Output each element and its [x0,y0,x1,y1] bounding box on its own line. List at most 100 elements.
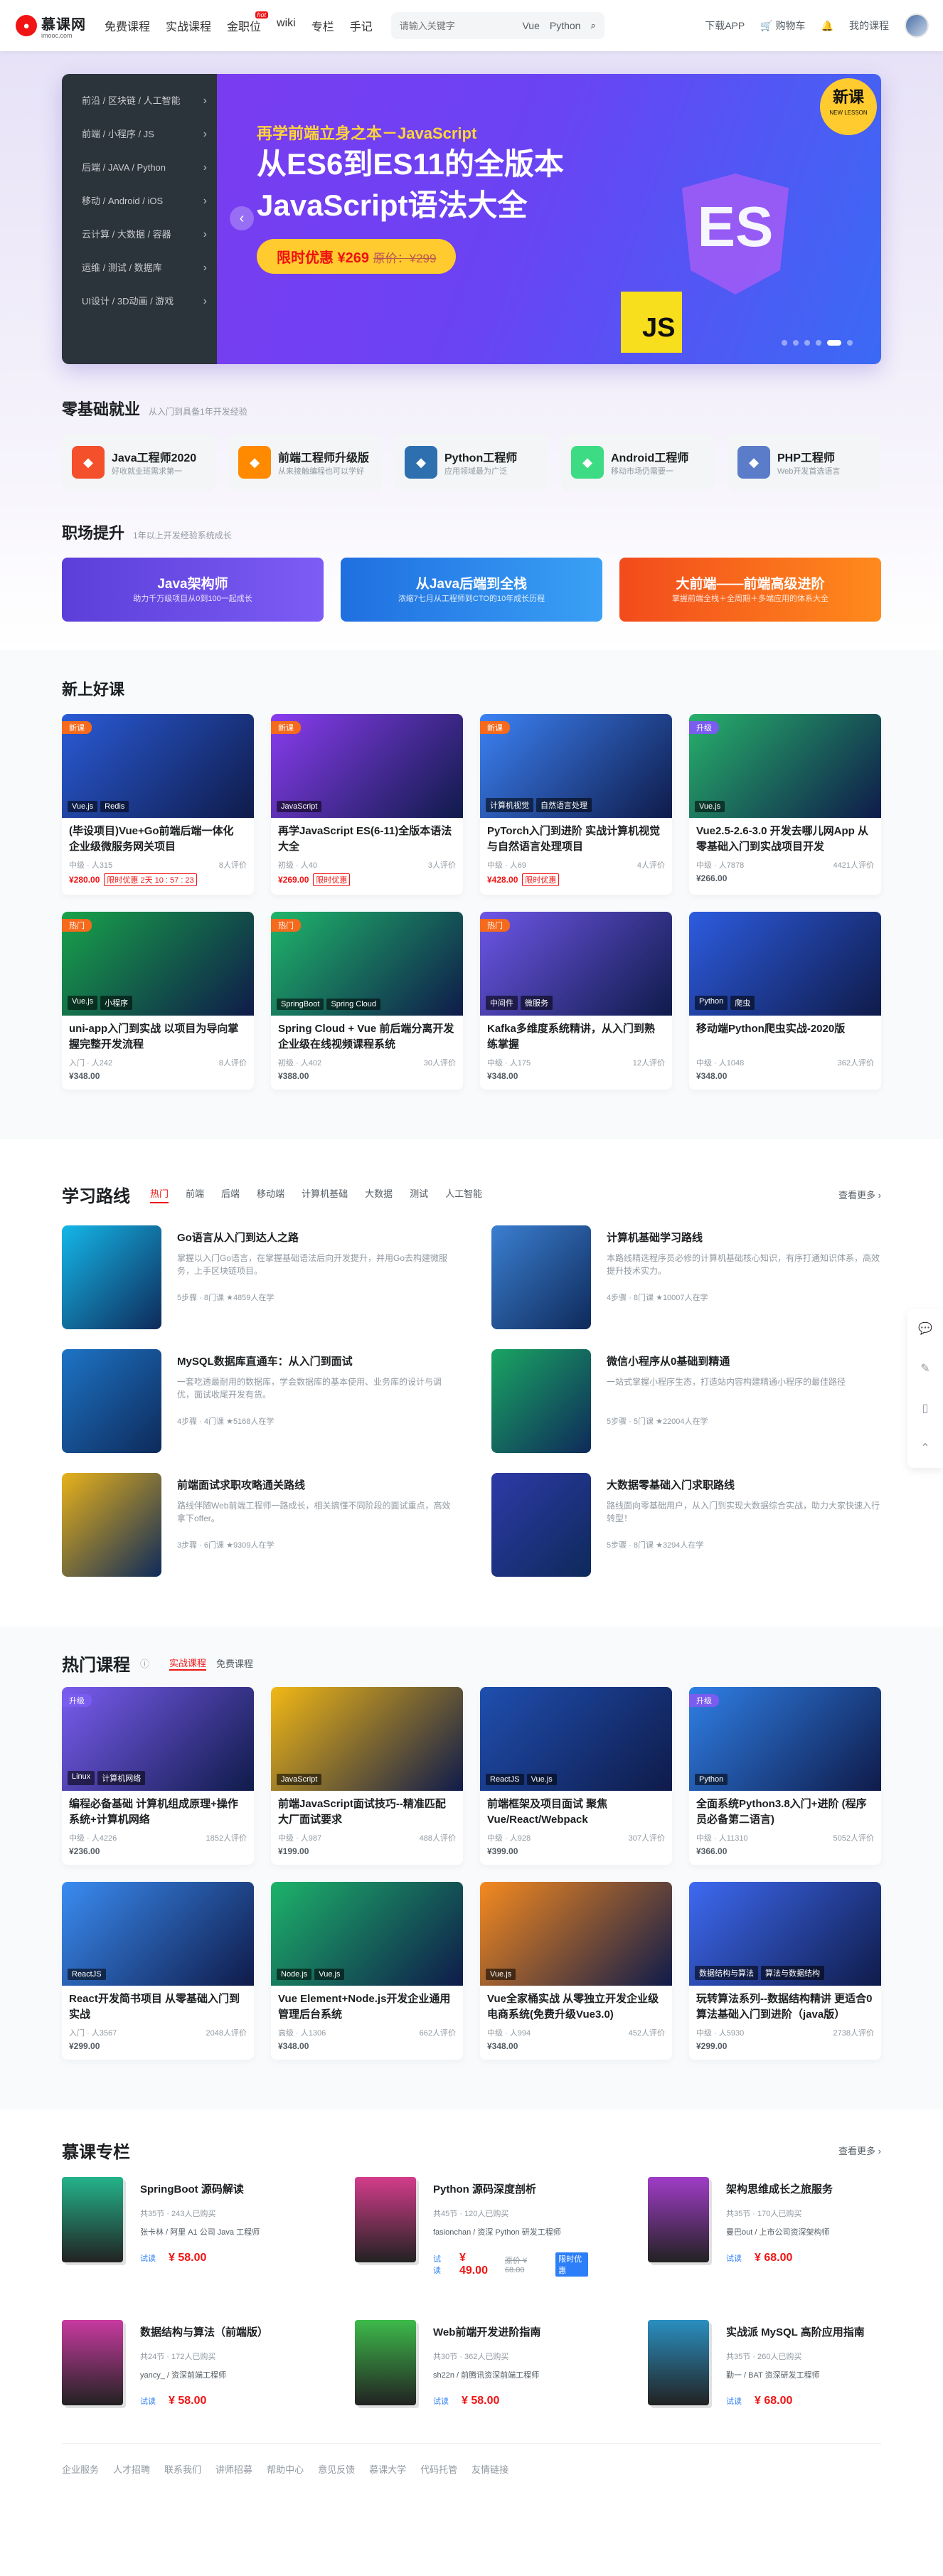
course-card[interactable]: 新课 JavaScript 再学JavaScript ES(6-11)全版本语法大全… [271,714,463,895]
carousel-dot[interactable] [847,340,853,346]
search-keyword[interactable]: Python [550,20,581,31]
course-card[interactable]: 热门 Vue.js 小程序 uni-app入门到实战 以项目为导向掌握完整开发流程 入门… [62,912,254,1090]
nav-wiki[interactable]: wiki [277,17,296,34]
route-tab[interactable]: 计算机基础 [302,1186,348,1203]
course-card[interactable]: Node.js Vue.js Vue Element+Node.js开发企业通用管理… [271,1882,463,2060]
chat-icon[interactable]: 💬 [907,1309,943,1348]
category-item[interactable]: UI设计 / 3D动画 / 游戏 [62,284,217,318]
trial-link[interactable]: 试读 [433,2253,447,2276]
career-card[interactable]: 大前端——前端高级进阶 掌握前端全栈＋全周期＋多端应用的体系大全 [619,558,881,622]
nav-column[interactable]: 专栏 [311,17,334,34]
course-cover[interactable]: 升级 Linux 计算机网络 [62,1687,254,1791]
course-card[interactable]: 新课 计算机视觉 自然语言处理 PyTorch入门到进阶 实战计算机视觉与自然语言处理… [480,714,672,895]
footer-link[interactable]: 帮助中心 [267,2462,304,2476]
category-item[interactable]: 运维 / 测试 / 数据库 [62,251,217,284]
view-more-link[interactable]: 查看更多 › [838,1188,881,1201]
path-card[interactable]: ◆ 前端工程师升级版 从来接触编程也可以学好 [228,434,382,491]
nav-notes[interactable]: 手记 [350,17,373,34]
course-cover[interactable]: JavaScript [271,1687,463,1791]
route-item[interactable]: 计算机基础学习路线 本路线精选程序员必修的计算机基础核心知识，有序打通知识体系，高… [491,1225,881,1329]
course-title[interactable]: (毕设项目)Vue+Go前端后端一体化 企业级微服务网关项目 [69,824,247,855]
column-title[interactable]: SpringBoot 源码解读 [140,2181,260,2196]
column-item[interactable]: 数据结构与算法（前端版） 共24节 · 172人已购买 yancy_ / 资深前端工… [62,2320,295,2407]
career-card[interactable]: 从Java后端到全栈 浓缩7七月从工程师到CTO的10年成长历程 [341,558,602,622]
course-cover[interactable]: Python 爬虫 [689,912,881,1016]
course-title[interactable]: 前端框架及项目面试 聚焦Vue/React/Webpack [487,1797,665,1828]
course-card[interactable]: 热门 SpringBoot Spring Cloud Spring Cloud + V… [271,912,463,1090]
path-card[interactable]: ◆ Android工程师 移动市场仍需要一 [561,434,715,491]
route-item[interactable]: 微信小程序从0基础到精通 一站式掌握小程序生态，打造站内容构建精通小程序的最佳路径… [491,1349,881,1453]
career-card[interactable]: Java架构师 助力千万级项目从0到100一起成长 [62,558,324,622]
column-item[interactable]: SpringBoot 源码解读 共35节 · 243人已购买 张卡林 / 阿里 A1… [62,2177,295,2277]
column-title[interactable]: Python 源码深度剖析 [433,2181,588,2196]
nav-practical-courses[interactable]: 实战课程 [166,17,211,34]
course-cover[interactable]: 新课 JavaScript [271,714,463,818]
column-title[interactable]: 架构思维成长之旅服务 [726,2181,833,2196]
course-card[interactable]: 数据结构与算法 算法与数据结构玩转算法系列--数据结构精讲 更适合0算法基础入门到… [689,1882,881,2060]
path-card[interactable]: ◆ PHP工程师 Web开发首选语言 [728,434,881,491]
course-title[interactable]: uni-app入门到实战 以项目为导向掌握完整开发流程 [69,1021,247,1053]
route-tab[interactable]: 热门 [150,1186,169,1203]
footer-link[interactable]: 意见反馈 [318,2462,355,2476]
course-card[interactable]: Vue.js Vue全家桶实战 从零独立开发企业级电商系统(免费升级Vue3.0)… [480,1882,672,2060]
course-cover[interactable]: 热门 SpringBoot Spring Cloud [271,912,463,1016]
course-title[interactable]: 前端JavaScript面试技巧--精准匹配大厂面试要求 [278,1797,456,1828]
course-card[interactable]: 升级 Vue.js Vue2.5-2.6-3.0 开发去哪儿网App 从零基础入门到… [689,714,881,895]
column-title[interactable]: 实战派 MySQL 高阶应用指南 [726,2324,865,2339]
cart-link[interactable]: 🛒 购物车 [760,18,805,33]
route-title[interactable]: 前端面试求职攻略通关路线 [177,1477,452,1492]
tab-free[interactable]: 免费课程 [216,1656,253,1670]
tab-practical[interactable]: 实战课程 [169,1656,207,1671]
course-cover[interactable]: 新课 Vue.js Redis [62,714,254,818]
carousel-dot[interactable] [804,340,810,346]
course-card[interactable]: 升级 Linux 计算机网络 编程必备基础 计算机组成原理+操作系统+计算机网络 中级 … [62,1687,254,1865]
search-input[interactable] [399,20,513,31]
category-item[interactable]: 移动 / Android / iOS [62,184,217,218]
course-title[interactable]: PyTorch入门到进阶 实战计算机视觉与自然语言处理项目 [487,824,665,855]
notes-icon[interactable]: ✎ [907,1348,943,1388]
course-cover[interactable]: Node.js Vue.js [271,1882,463,1986]
course-title[interactable]: 玩转算法系列--数据结构精讲 更适合0算法基础入门到进阶（java版） [696,1991,874,2023]
carousel-dot[interactable] [782,340,787,346]
route-item[interactable]: Go语言从入门到达人之路 掌握以入门Go语言，在掌握基础语法后向开发提升，并用Go… [62,1225,452,1329]
footer-link[interactable]: 联系我们 [164,2462,201,2476]
course-card[interactable]: JavaScript 前端JavaScript面试技巧--精准匹配大厂面试要求 中级… [271,1687,463,1865]
trial-link[interactable]: 试读 [140,2395,156,2407]
route-tab[interactable]: 大数据 [365,1186,393,1203]
help-icon[interactable]: ⓘ [140,1656,149,1670]
footer-link[interactable]: 代码托管 [420,2462,457,2476]
course-title[interactable]: 再学JavaScript ES(6-11)全版本语法大全 [278,824,456,855]
course-cover[interactable]: 热门 中间件 微服务 [480,912,672,1016]
back-to-top-icon[interactable]: ⌃ [907,1428,943,1468]
course-card[interactable]: 热门 中间件 微服务 Kafka多维度系统精讲，从入门到熟练掌握 中级 · 人175 12… [480,912,672,1090]
search-icon[interactable]: ⌕ [590,20,595,31]
site-logo[interactable]: ● 慕课网 imooc.com [16,13,86,39]
course-cover[interactable]: 热门 Vue.js 小程序 [62,912,254,1016]
course-cover[interactable]: ReactJS [62,1882,254,1986]
course-title[interactable]: Kafka多维度系统精讲，从入门到熟练掌握 [487,1021,665,1053]
route-item[interactable]: MySQL数据库直通车：从入门到面试 一套吃透最耐用的数据库，学会数据库的基本使用… [62,1349,452,1453]
route-item[interactable]: 前端面试求职攻略通关路线 路线伴随Web前端工程师一路成长，相关搞懂不同阶段的面试… [62,1473,452,1577]
route-tab[interactable]: 后端 [221,1186,240,1203]
course-title[interactable]: 移动端Python爬虫实战-2020版 [696,1021,874,1053]
route-title[interactable]: 大数据零基础入门求职路线 [607,1477,881,1492]
avatar[interactable] [905,14,929,38]
column-item[interactable]: Python 源码深度剖析 共45节 · 120人已购买 fasionchan / … [355,2177,588,2277]
course-title[interactable]: Vue全家桶实战 从零独立开发企业级电商系统(免费升级Vue3.0) [487,1991,665,2023]
carousel-dot[interactable] [793,340,799,346]
bell-icon[interactable]: 🔔 [821,20,833,32]
route-tab[interactable]: 人工智能 [445,1186,482,1203]
carousel-dot[interactable] [816,340,821,346]
column-item[interactable]: 架构思维成长之旅服务 共35节 · 170人已购买 曼巴out / 上市公司资深架构… [648,2177,881,2277]
course-card[interactable]: 新课 Vue.js Redis (毕设项目)Vue+Go前端后端一体化 企业级微服务网… [62,714,254,895]
route-item[interactable]: 大数据零基础入门求职路线 路线面向零基础用户，从入门到实现大数据综合实战，助力大家… [491,1473,881,1577]
course-title[interactable]: 全面系统Python3.8入门+进阶 (程序员必备第二语言) [696,1797,874,1828]
course-cover[interactable]: 数据结构与算法 算法与数据结构 [689,1882,881,1986]
search-keyword[interactable]: Vue [522,20,539,31]
course-title[interactable]: Spring Cloud + Vue 前后端分离开发企业级在线视频课程系统 [278,1021,456,1053]
category-item[interactable]: 前沿 / 区块链 / 人工智能 [62,84,217,117]
footer-link[interactable]: 友情链接 [472,2462,508,2476]
trial-link[interactable]: 试读 [433,2395,449,2407]
trial-link[interactable]: 试读 [726,2395,742,2407]
course-card[interactable]: ReactJS Vue.js 前端框架及项目面试 聚焦Vue/React/Webpa… [480,1687,672,1865]
